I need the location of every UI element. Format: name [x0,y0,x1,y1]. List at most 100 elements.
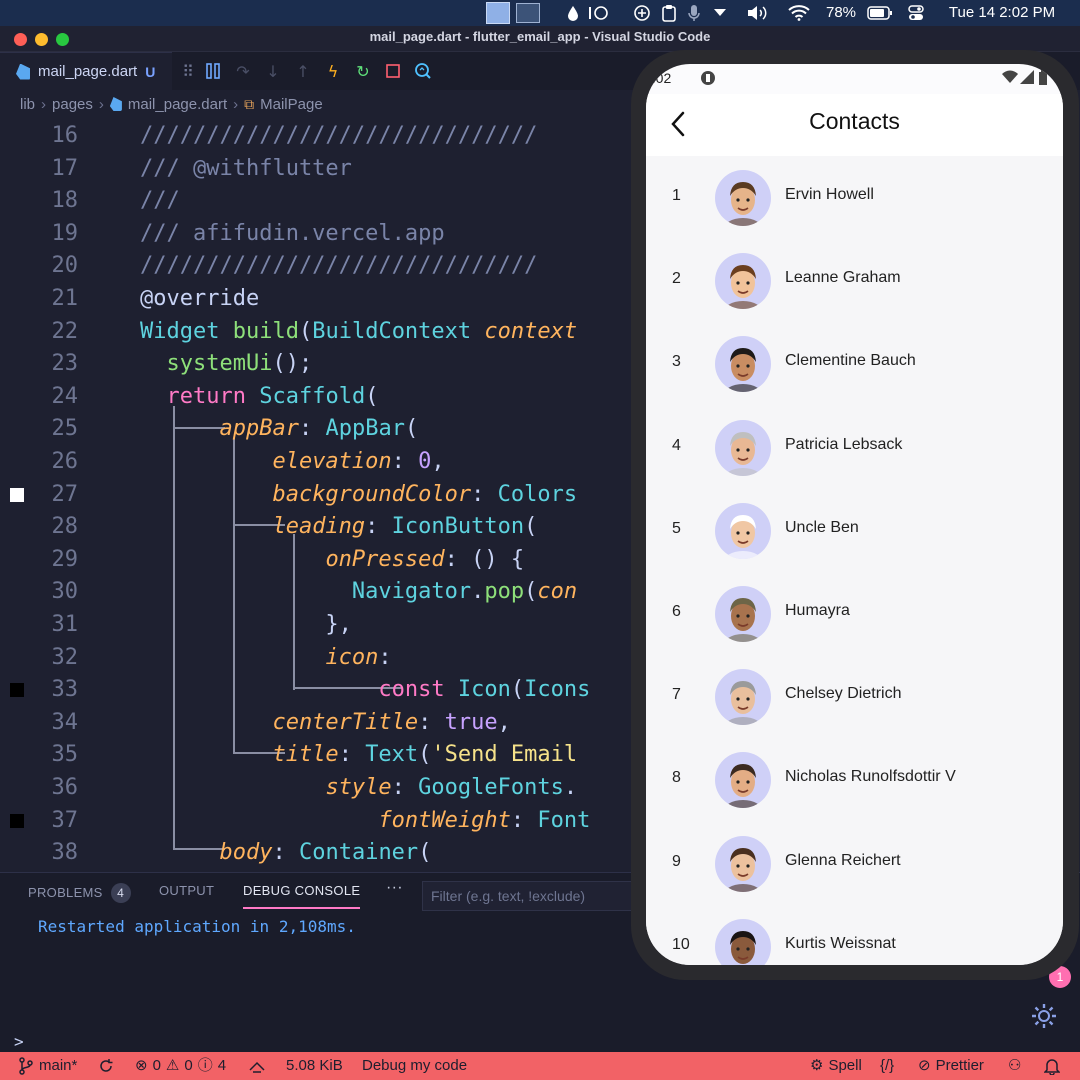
code-token: 'Send Email [431,742,578,768]
settings-gear-icon[interactable] [1030,1002,1058,1037]
breadcrumb-class[interactable]: MailPage [260,96,323,113]
step-into-icon[interactable]: ↓ [258,52,288,90]
hot-reload-icon[interactable]: ϟ [318,52,348,90]
code-text: Widget build(BuildContext context [140,316,577,348]
problems-summary[interactable]: ⊗ 0 ⚠ 0 ⓘ 4 [135,1052,226,1080]
line-number: 34 [51,709,79,735]
spell-check[interactable]: ⚙ Spell [810,1052,862,1080]
gutter-marker[interactable] [10,683,24,698]
contact-list-item[interactable]: 4 Patricia Lebsack [646,406,1063,489]
warning-count: 0 [184,1057,193,1074]
code-token: /// afifudin.vercel.app [140,220,445,246]
file-size[interactable]: 5.08 KiB [286,1052,343,1080]
contact-list-item[interactable]: 2 Leanne Graham [646,239,1063,322]
tab-problems-label: PROBLEMS [28,885,103,900]
debug-config[interactable]: Debug my code [362,1052,467,1080]
contact-list-item[interactable]: 8 Nicholas Runolfsdottir V [646,738,1063,821]
code-text: elevation: 0, [140,446,444,478]
prettier-status[interactable]: ⊘ Prettier [918,1052,984,1080]
contact-number: 3 [672,353,681,371]
avatar [715,170,771,226]
line-number: 20 [51,253,79,279]
breadcrumb-lib[interactable]: lib [20,96,35,113]
more-actions-icon[interactable]: ··· [386,879,403,905]
breadcrumb-file[interactable]: mail_page.dart [128,96,227,113]
dart-file-icon [16,63,30,80]
hot-restart-icon[interactable]: ↻ [348,52,378,90]
code-token: : [298,416,326,442]
control-center-icon[interactable] [904,0,928,26]
code-text: centerTitle: true, [140,707,510,739]
bell-icon[interactable] [1044,1052,1060,1080]
drag-handle-icon[interactable]: ⠿ [178,52,198,90]
clipboard-icon[interactable] [658,0,680,26]
console-filter-input[interactable]: Filter (e.g. text, !exclude) [422,881,662,911]
contact-list-item[interactable]: 5 Uncle Ben [646,489,1063,572]
contact-list-item[interactable]: 9 Glenna Reichert [646,822,1063,905]
format-icon[interactable]: {/} [880,1052,894,1080]
code-token: Icons [524,677,591,703]
phone-signal-icon [1020,70,1034,87]
macos-menu-bar: 78% Tue 14 2:02 PM [0,0,1080,26]
step-over-icon[interactable]: ↷ [228,52,258,90]
gutter-marker[interactable] [10,813,24,828]
contact-number: 5 [672,519,681,537]
avatar [715,752,771,809]
code-token: Scaffold [259,383,366,409]
code-text: style: GoogleFonts. [140,772,577,804]
volume-icon[interactable] [744,0,772,26]
code-token: }, [140,612,352,637]
breadcrumb-pages[interactable]: pages [52,96,93,113]
battery-percent: 78% [825,4,857,21]
window-layout-alt-icon[interactable] [516,3,540,23]
gutter-marker[interactable] [10,487,24,502]
code-token: systemUi [166,351,273,377]
window-layout-icon[interactable] [486,2,510,24]
devtools-search-icon[interactable] [408,52,438,90]
contact-name: Nicholas Runolfsdottir V [785,768,956,786]
line-number: 35 [51,742,79,768]
code-token: context [484,318,578,344]
line-number: 28 [51,514,79,540]
contact-number: 9 [672,852,681,870]
contact-list-item[interactable]: 7 Chelsey Dietrich [646,655,1063,738]
wifi-icon[interactable] [786,0,812,26]
code-token: icon [325,644,379,670]
live-share-icon[interactable]: ⚇ [1008,1052,1021,1080]
contact-list[interactable]: 1 Ervin Howell 2 Leanne Graham 3 Clementine B… [646,156,1063,965]
tab-mail-page-dart[interactable]: mail_page.dart U [0,52,172,90]
bundle-size-icon[interactable] [248,1052,266,1080]
droplet-icon[interactable] [562,0,584,26]
line-number: 16 [51,123,79,148]
contact-number: 2 [672,270,681,288]
branch-indicator[interactable]: main* [18,1052,77,1080]
step-out-icon[interactable]: ↑ [288,52,318,90]
pause-icon[interactable] [198,52,228,90]
contact-name: Glenna Reichert [785,851,901,869]
microphone-icon[interactable] [682,0,706,26]
code-token: ( [524,514,538,540]
battery-icon[interactable] [866,0,894,26]
contact-list-item[interactable]: 3 Clementine Bauch [646,322,1063,405]
contact-list-item[interactable]: 10 Kurtis Weissnat [646,905,1063,965]
circle-toggle-icon[interactable] [586,0,612,26]
stop-icon[interactable] [378,52,408,90]
tab-output[interactable]: OUTPUT [159,883,214,909]
code-token: /// [140,188,180,214]
bottle-icon[interactable] [630,0,654,26]
tab-debug-console[interactable]: DEBUG CONSOLE [243,883,361,909]
dropdown-icon[interactable] [708,0,732,26]
line-number: 21 [51,286,79,311]
prompt-chevron-icon: > [14,1032,24,1051]
contact-list-item[interactable]: 1 Ervin Howell [646,156,1063,239]
code-token: ( [418,742,432,768]
chevron-right-icon: › [98,95,104,113]
contact-list-item[interactable]: 6 Humayra [646,572,1063,655]
tab-problems[interactable]: PROBLEMS 4 [28,883,131,909]
sync-icon[interactable] [98,1052,114,1080]
line-number: 22 [51,318,79,344]
console-prompt[interactable]: > [0,1032,1080,1052]
